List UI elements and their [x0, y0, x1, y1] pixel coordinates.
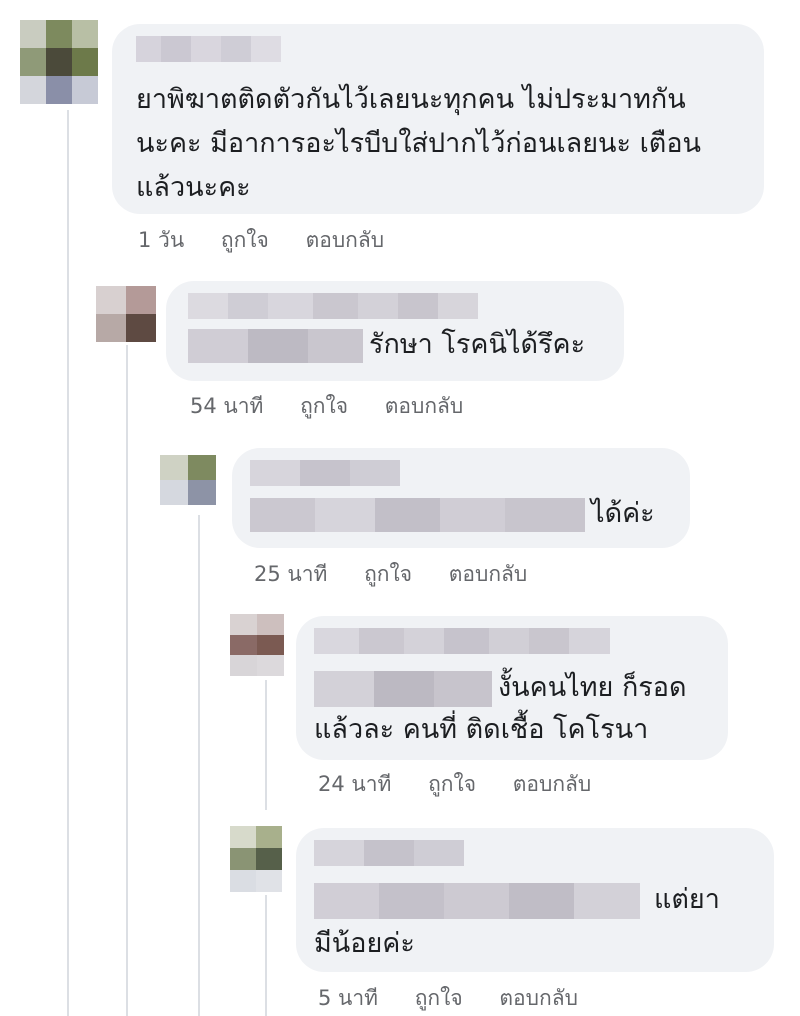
comment-text: รักษา โรคนิได้รึคะ: [369, 329, 586, 360]
comment-text-line: ยาพิฆาตติดตัวกันไว้เลยนะทุกคน ไม่ประมาทก…: [136, 84, 686, 115]
comment-bubble: ยาพิฆาตติดตัวกันไว้เลยนะทุกคน ไม่ประมาทก…: [112, 24, 764, 214]
redacted-text: [314, 882, 640, 919]
comment-text-line: แล้วนะคะ: [136, 172, 251, 203]
comment-text: ได้ค่ะ: [591, 498, 655, 529]
comment-text: แต่ยา: [654, 884, 720, 915]
comment-text-line: งั้นคนไทย ก็รอด: [314, 666, 687, 710]
like-button[interactable]: ถูกใจ: [364, 562, 412, 586]
comment-bubble: แต่ยา มีน้อยค่ะ: [296, 828, 774, 972]
comment-timestamp: 24 นาที: [318, 772, 392, 796]
redacted-text: [314, 670, 492, 707]
comment-bubble: รักษา โรคนิได้รึคะ: [166, 281, 624, 381]
comment-text-line: ได้ค่ะ: [250, 492, 655, 536]
comment-timestamp: 54 นาที: [190, 394, 264, 418]
like-button[interactable]: ถูกใจ: [221, 228, 269, 252]
comment-actions: 1 วัน ถูกใจ ตอบกลับ: [138, 224, 414, 257]
commenter-name-redacted[interactable]: [250, 460, 400, 486]
avatar[interactable]: [96, 286, 156, 342]
commenter-name-redacted[interactable]: [314, 628, 610, 654]
commenter-name-redacted[interactable]: [314, 840, 464, 866]
avatar[interactable]: [20, 20, 98, 104]
commenter-name-redacted[interactable]: [188, 293, 478, 319]
comment-text-line: นะคะ มีอาการอะไรบีบใส่ปากไว้ก่อนเลยนะ เต…: [136, 128, 702, 159]
comment-actions: 54 นาที ถูกใจ ตอบกลับ: [190, 390, 493, 423]
reply-button[interactable]: ตอบกลับ: [499, 986, 578, 1010]
like-button[interactable]: ถูกใจ: [300, 394, 348, 418]
comment-text-line: แล้วละ คนที่ ติดเชื้อ โคโรนา: [314, 714, 649, 745]
avatar[interactable]: [160, 455, 216, 505]
comment-text-line: มีน้อยค่ะ: [314, 928, 415, 959]
comment-actions: 24 นาที ถูกใจ ตอบกลับ: [318, 768, 621, 801]
reply-button[interactable]: ตอบกลับ: [513, 772, 592, 796]
comment-bubble: ได้ค่ะ: [232, 448, 690, 548]
comment-actions: 25 นาที ถูกใจ ตอบกลับ: [254, 558, 557, 591]
thread-line-level-4: [265, 680, 267, 810]
redacted-text: [250, 497, 585, 532]
thread-line-level-3: [198, 515, 200, 1016]
reply-button[interactable]: ตอบกลับ: [449, 562, 528, 586]
redacted-text: [188, 328, 363, 363]
avatar[interactable]: [230, 614, 284, 676]
thread-line-level-1: [67, 110, 69, 1016]
thread-line-level-4b: [265, 895, 267, 1016]
like-button[interactable]: ถูกใจ: [415, 986, 463, 1010]
comment-text-line: แต่ยา: [314, 878, 720, 922]
commenter-name-redacted[interactable]: [136, 36, 281, 62]
comment-actions: 5 นาที ถูกใจ ตอบกลับ: [318, 982, 608, 1015]
reply-button[interactable]: ตอบกลับ: [306, 228, 385, 252]
comment-text-line: รักษา โรคนิได้รึคะ: [188, 323, 585, 367]
comment-text: งั้นคนไทย ก็รอด: [498, 672, 687, 703]
reply-button[interactable]: ตอบกลับ: [385, 394, 464, 418]
comment-bubble: งั้นคนไทย ก็รอด แล้วละ คนที่ ติดเชื้อ โค…: [296, 616, 728, 760]
avatar[interactable]: [230, 826, 282, 892]
comment-timestamp: 25 นาที: [254, 562, 328, 586]
comment-timestamp: 5 นาที: [318, 986, 379, 1010]
thread-line-level-2: [126, 345, 128, 1016]
like-button[interactable]: ถูกใจ: [428, 772, 476, 796]
comment-timestamp: 1 วัน: [138, 228, 185, 252]
